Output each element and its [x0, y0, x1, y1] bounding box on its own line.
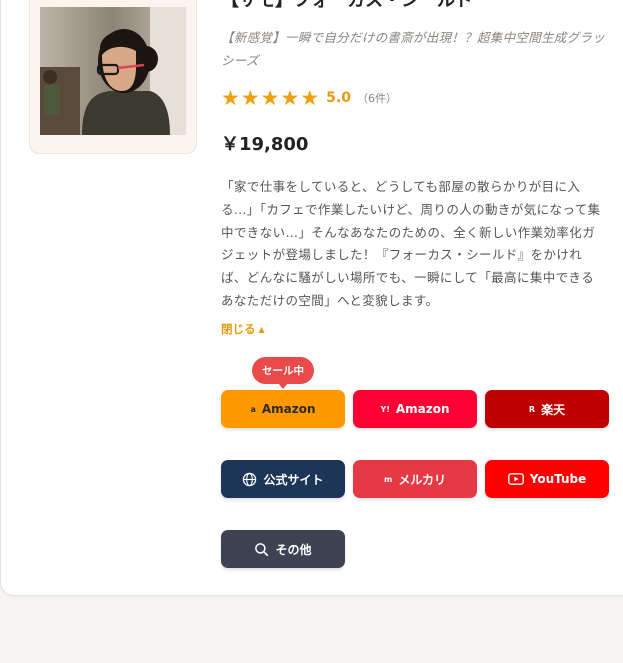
star-icon: ★: [240, 85, 260, 110]
rakuten-button[interactable]: R 楽天: [485, 390, 609, 428]
rating-stars: ★ ★ ★ ★ ★: [221, 85, 320, 110]
search-icon: [254, 542, 269, 557]
yahoo-button-label: Amazon: [395, 402, 450, 416]
chevron-up-icon: ▲: [258, 324, 265, 334]
star-icon: ★: [260, 85, 280, 110]
youtube-icon: [507, 473, 524, 485]
amazon-button[interactable]: a Amazon: [221, 390, 345, 428]
rating: ★ ★ ★ ★ ★ 5.0 （6件）: [221, 86, 397, 110]
rakuten-button-label: 楽天: [541, 402, 566, 417]
star-icon: ★: [221, 85, 240, 110]
youtube-button[interactable]: YouTube: [485, 460, 609, 498]
product-photo: [40, 7, 186, 135]
review-count: （6件）: [356, 92, 397, 105]
star-icon: ★: [280, 85, 300, 110]
other-button-label: その他: [275, 542, 312, 557]
rating-score: 5.0: [326, 90, 351, 106]
official-site-button[interactable]: 公式サイト: [221, 460, 345, 498]
mercari-icon: m: [384, 474, 393, 484]
amazon-button-label: Amazon: [261, 402, 316, 416]
yahoo-icon: Y!: [380, 404, 390, 414]
official-site-label: 公式サイト: [263, 472, 324, 487]
amazon-icon: a: [250, 404, 256, 414]
sale-badge: セール中: [252, 357, 314, 389]
collapse-toggle[interactable]: 閉じる ▲: [221, 321, 265, 337]
other-button[interactable]: その他: [221, 530, 345, 568]
youtube-button-label: YouTube: [529, 472, 587, 486]
globe-icon: [242, 472, 257, 487]
product-image[interactable]: [40, 7, 186, 135]
mercari-button-label: メルカリ: [398, 472, 446, 487]
star-icon: ★: [300, 85, 320, 110]
collapse-label: 閉じる: [221, 322, 256, 336]
product-description: 「家で仕事をしていると、どうしても部屋の散らかりが目に入る…」「カフェで作業した…: [221, 179, 601, 308]
yahoo-shopping-button[interactable]: Y! Amazon: [353, 390, 477, 428]
rakuten-icon: R: [528, 404, 536, 414]
mercari-button[interactable]: m メルカリ: [353, 460, 477, 498]
product-title: 【サモ】フォーカス・シールド: [221, 0, 473, 11]
product-tagline: 【新感覚】一瞬で自分だけの書斎が出現！？超集中空間生成グラッシーズ: [221, 30, 606, 68]
product-price: ￥19,800: [221, 134, 309, 155]
